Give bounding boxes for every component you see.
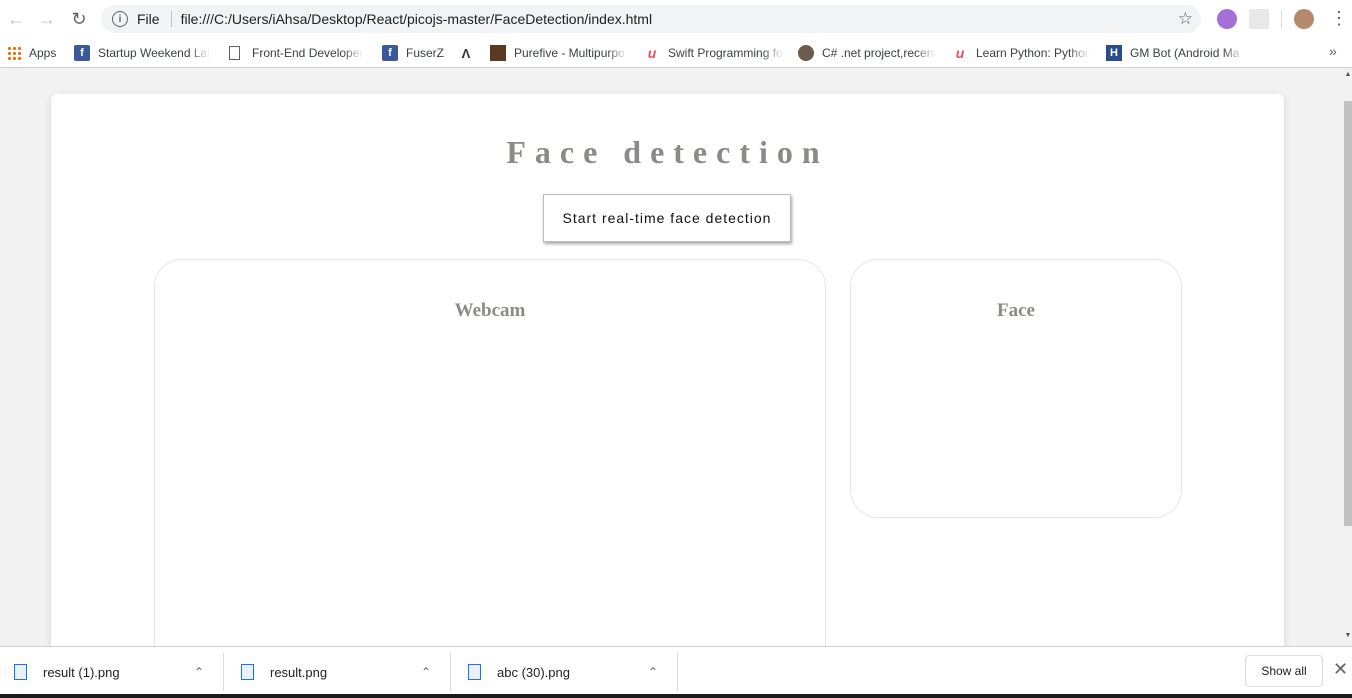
scheme-label: File xyxy=(137,11,160,27)
scroll-down-icon[interactable]: ▼ xyxy=(1344,632,1352,639)
h-favicon: H xyxy=(1106,45,1122,61)
divider xyxy=(677,653,678,691)
url-text[interactable]: file:///C:/Users/iAhsa/Desktop/React/pic… xyxy=(181,11,653,27)
bookmark-item[interactable]: H GM Bot (Android Ma xyxy=(1106,44,1244,62)
download-filename: result.png xyxy=(270,664,328,680)
forward-arrow-icon[interactable]: → xyxy=(31,3,63,35)
page-title: Face detection xyxy=(506,134,829,170)
chevron-up-icon[interactable]: ⌃ xyxy=(194,665,204,679)
download-item[interactable]: abc (30).png ⌃ xyxy=(468,647,678,697)
avatar[interactable] xyxy=(1294,9,1314,29)
image-file-icon xyxy=(468,664,481,680)
main-card: Face detection Start real-time face dete… xyxy=(51,94,1284,646)
image-file-icon xyxy=(14,664,27,680)
divider xyxy=(223,653,224,691)
download-item[interactable]: result (1).png ⌃ xyxy=(14,647,224,697)
webcam-panel: Webcam xyxy=(154,259,826,646)
site-favicon xyxy=(490,45,506,61)
scroll-up-icon[interactable]: ▲ xyxy=(1344,71,1352,78)
download-filename: result (1).png xyxy=(43,664,120,680)
apps-grid-icon xyxy=(7,46,21,60)
udemy-icon: u xyxy=(955,45,965,61)
taskbar-edge xyxy=(0,694,1352,698)
bookmarks-bar: Apps f Startup Weekend Lah Front-End Dev… xyxy=(0,38,1352,68)
more-bookmarks-icon[interactable]: » xyxy=(1329,43,1337,59)
show-all-button[interactable]: Show all xyxy=(1245,655,1323,687)
toolbar-divider xyxy=(1281,10,1282,28)
facebook-icon: f xyxy=(74,45,90,61)
webcam-heading: Webcam xyxy=(454,300,526,321)
star-icon[interactable]: ☆ xyxy=(1178,9,1193,29)
udemy-icon: u xyxy=(647,45,657,61)
chevron-up-icon[interactable]: ⌃ xyxy=(421,665,431,679)
bookmark-item[interactable]: Front-End Developer xyxy=(229,44,363,62)
chevron-up-icon[interactable]: ⌃ xyxy=(648,665,658,679)
bookmark-item[interactable]: Purefive - Multipurpo xyxy=(490,44,628,62)
bookmark-item[interactable]: u Swift Programming fo xyxy=(644,44,784,62)
bookmark-item[interactable]: Λ xyxy=(458,44,482,62)
extension-grid-icon[interactable] xyxy=(1249,9,1269,29)
reload-icon[interactable]: ↻ xyxy=(63,3,95,35)
page-icon xyxy=(229,46,240,60)
face-panel: Face xyxy=(850,259,1182,518)
page-viewport: Face detection Start real-time face dete… xyxy=(0,69,1344,646)
address-bar[interactable]: i File file:///C:/Users/iAhsa/Desktop/Re… xyxy=(101,5,1201,33)
page-scrollbar[interactable]: ▲ ▼ xyxy=(1344,69,1352,646)
browser-toolbar: ← → ↻ i File file:///C:/Users/iAhsa/Desk… xyxy=(0,0,1352,38)
back-arrow-icon[interactable]: ← xyxy=(0,3,32,35)
site-favicon xyxy=(798,45,814,61)
info-icon[interactable]: i xyxy=(112,11,128,27)
menu-dots-icon[interactable]: ⋮ xyxy=(1330,8,1348,28)
face-heading: Face xyxy=(997,300,1035,321)
scrollbar-thumb[interactable] xyxy=(1344,101,1352,526)
download-item[interactable]: result.png ⌃ xyxy=(241,647,451,697)
image-file-icon xyxy=(241,664,254,680)
download-filename: abc (30).png xyxy=(497,664,570,680)
bookmark-apps[interactable]: Apps xyxy=(7,44,56,62)
bookmark-item[interactable]: C# .net project,recent xyxy=(798,44,936,62)
bookmark-item[interactable]: f Startup Weekend Lah xyxy=(74,44,210,62)
download-shelf: result (1).png ⌃ result.png ⌃ abc (30).p… xyxy=(0,646,1352,698)
close-icon[interactable]: ✕ xyxy=(1333,659,1348,680)
extension-icon[interactable] xyxy=(1217,9,1237,29)
bookmark-item[interactable]: u Learn Python: Python xyxy=(952,44,1090,62)
bookmark-item[interactable]: f FuserZ xyxy=(382,44,444,62)
divider xyxy=(170,11,172,27)
facebook-icon: f xyxy=(382,45,398,61)
bookmark-logo-icon: Λ xyxy=(461,45,471,61)
start-detection-button[interactable]: Start real-time face detection xyxy=(543,194,791,242)
divider xyxy=(450,653,451,691)
